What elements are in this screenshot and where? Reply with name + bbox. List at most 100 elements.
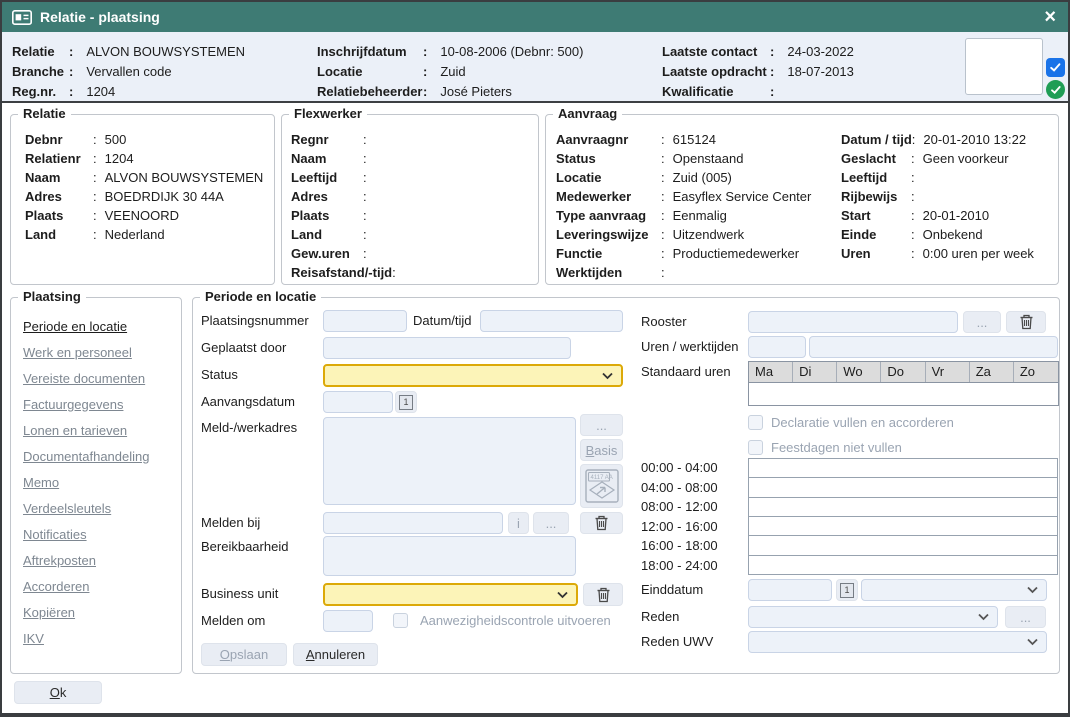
opslaan-button[interactable]: Opslaan xyxy=(201,643,287,666)
annuleren-button[interactable]: Annuleren xyxy=(293,643,378,666)
reden-browse-button[interactable]: ... xyxy=(1005,606,1046,628)
sidebar-item-lonen-en-tarieven[interactable]: Lonen en tarieven xyxy=(23,418,181,444)
colon xyxy=(363,244,367,263)
colon xyxy=(911,187,915,206)
time-slot-row[interactable] xyxy=(748,497,1058,517)
info-row: Plaats xyxy=(282,206,538,225)
basis-button[interactable]: Basis xyxy=(580,439,623,461)
uren-werktijden-label: Uren / werktijden xyxy=(641,336,739,358)
rooster-browse-button[interactable]: ... xyxy=(963,311,1001,333)
aanvangsdatum-calendar-button[interactable]: 1 xyxy=(395,391,417,413)
field-value: Zuid (005) xyxy=(673,168,732,187)
ok-button[interactable]: Ok xyxy=(14,681,102,704)
business-unit-select[interactable] xyxy=(323,583,578,606)
field-label: Datum / tijd xyxy=(841,130,912,149)
time-slot-labels: 00:00 - 04:0004:00 - 08:0008:00 - 12:001… xyxy=(641,458,745,575)
chevron-down-icon xyxy=(1027,587,1038,594)
sidebar-item-kopieren[interactable]: Kopiëren xyxy=(23,600,181,626)
reden-uwv-label: Reden UWV xyxy=(641,631,713,653)
sidebar-item-vereiste-documenten[interactable]: Vereiste documenten xyxy=(23,366,181,392)
aanvangsdatum-input[interactable] xyxy=(323,391,393,413)
field-label: Relatie xyxy=(12,42,69,62)
field-label: Relatiebeheerder xyxy=(317,82,423,102)
declaratie-checkbox[interactable] xyxy=(748,415,763,430)
field-value: Eenmalig xyxy=(673,206,727,225)
colon xyxy=(770,82,774,102)
sidebar-item-accorderen[interactable]: Accorderen xyxy=(23,574,181,600)
reden-uwv-select[interactable] xyxy=(748,631,1047,653)
postcode-map-button[interactable]: 4117 AA xyxy=(580,464,623,508)
field-label: Regnr xyxy=(291,130,363,149)
reden-select[interactable] xyxy=(748,606,998,628)
colon xyxy=(661,168,665,187)
melden-bij-input[interactable] xyxy=(323,512,503,534)
aanwezigheidscontrole-checkbox[interactable] xyxy=(393,613,408,628)
bereikbaarheid-textarea[interactable] xyxy=(323,536,576,576)
time-slot-label: 18:00 - 24:00 xyxy=(641,556,745,576)
time-slot-row[interactable] xyxy=(748,516,1058,536)
rooster-delete-button[interactable] xyxy=(1006,311,1046,333)
sidebar-item-ikv[interactable]: IKV xyxy=(23,626,181,652)
header-col-3: Laatste contact24-03-2022 Laatste opdrac… xyxy=(662,42,854,102)
colon xyxy=(69,82,73,102)
melden-bij-info-button[interactable]: i xyxy=(508,512,529,534)
close-icon[interactable]: × xyxy=(1044,3,1056,31)
melden-om-input[interactable] xyxy=(323,610,373,632)
relatie-plaatsing-window: Relatie - plaatsing × RelatieALVON BOUWS… xyxy=(0,0,1070,717)
plaatsingsnummer-input[interactable] xyxy=(323,310,407,332)
rooster-input[interactable] xyxy=(748,311,958,333)
time-slot-label: 16:00 - 18:00 xyxy=(641,536,745,556)
status-select[interactable] xyxy=(323,364,623,387)
einddatum-select[interactable] xyxy=(861,579,1047,601)
field-label: Land xyxy=(25,225,93,244)
info-row: Adres xyxy=(282,187,538,206)
meldwerkadres-browse-button[interactable]: ... xyxy=(580,414,623,436)
id-card-icon xyxy=(12,10,32,25)
sidebar-item-notificaties[interactable]: Notificaties xyxy=(23,522,181,548)
field-label: Reisafstand/-tijd xyxy=(291,263,392,282)
uren-input[interactable] xyxy=(748,336,806,358)
time-slot-label: 08:00 - 12:00 xyxy=(641,497,745,517)
field-value: Onbekend xyxy=(923,225,983,244)
info-row: Werktijden xyxy=(546,263,1058,282)
business-unit-delete-button[interactable] xyxy=(583,583,623,606)
meldwerkadres-textarea[interactable] xyxy=(323,417,576,505)
einddatum-calendar-button[interactable]: 1 xyxy=(836,579,858,601)
field-value: Zuid xyxy=(440,62,465,82)
werktijden-input[interactable] xyxy=(809,336,1058,358)
bereikbaarheid-label: Bereikbaarheid xyxy=(201,536,288,558)
feestdagen-checkbox[interactable] xyxy=(748,440,763,455)
colon xyxy=(661,206,665,225)
sidebar-item-memo[interactable]: Memo xyxy=(23,470,181,496)
aanvangsdatum-label: Aanvangsdatum xyxy=(201,391,295,413)
info-row: AdresBOEDRDIJK 30 44A xyxy=(11,187,274,206)
einddatum-input[interactable] xyxy=(748,579,832,601)
datumtijd-input[interactable] xyxy=(480,310,623,332)
photo-placeholder xyxy=(965,38,1043,95)
header-summary: RelatieALVON BOUWSYSTEMEN BrancheVervall… xyxy=(2,32,1068,103)
melden-bij-browse-button[interactable]: ... xyxy=(533,512,569,534)
field-value: Nederland xyxy=(105,225,165,244)
time-slot-row[interactable] xyxy=(748,535,1058,555)
standaard-uren-row[interactable] xyxy=(749,383,1058,405)
groupbox-flexwerker: Flexwerker Regnr Naam Leeftijd Adres xyxy=(281,114,539,285)
colon xyxy=(911,168,915,187)
blue-checkbox-icon[interactable] xyxy=(1046,58,1065,77)
sidebar-item-werk-en-personeel[interactable]: Werk en personeel xyxy=(23,340,181,366)
groupbox-title: Plaatsing xyxy=(18,289,86,304)
time-slot-row[interactable] xyxy=(748,477,1058,497)
time-slot-row[interactable] xyxy=(748,555,1058,575)
sidebar-item-factuurgegevens[interactable]: Factuurgegevens xyxy=(23,392,181,418)
day-header-cell: Do xyxy=(881,362,925,382)
sidebar-item-verdeelsleutels[interactable]: Verdeelsleutels xyxy=(23,496,181,522)
sidebar-item-documentafhandeling[interactable]: Documentafhandeling xyxy=(23,444,181,470)
field-value: 0:00 uren per week xyxy=(923,244,1034,263)
time-slot-row[interactable] xyxy=(748,458,1058,478)
geplaatst-door-input[interactable] xyxy=(323,337,571,359)
melden-bij-delete-button[interactable] xyxy=(580,512,623,534)
field-value: 20-01-2010 13:22 xyxy=(923,130,1026,149)
info-row: Leeftijd xyxy=(841,168,1034,187)
sidebar-item-periode-en-locatie[interactable]: Periode en locatie xyxy=(23,314,181,340)
header-field: RelatiebeheerderJosé Pieters xyxy=(317,82,583,102)
sidebar-item-aftrekposten[interactable]: Aftrekposten xyxy=(23,548,181,574)
